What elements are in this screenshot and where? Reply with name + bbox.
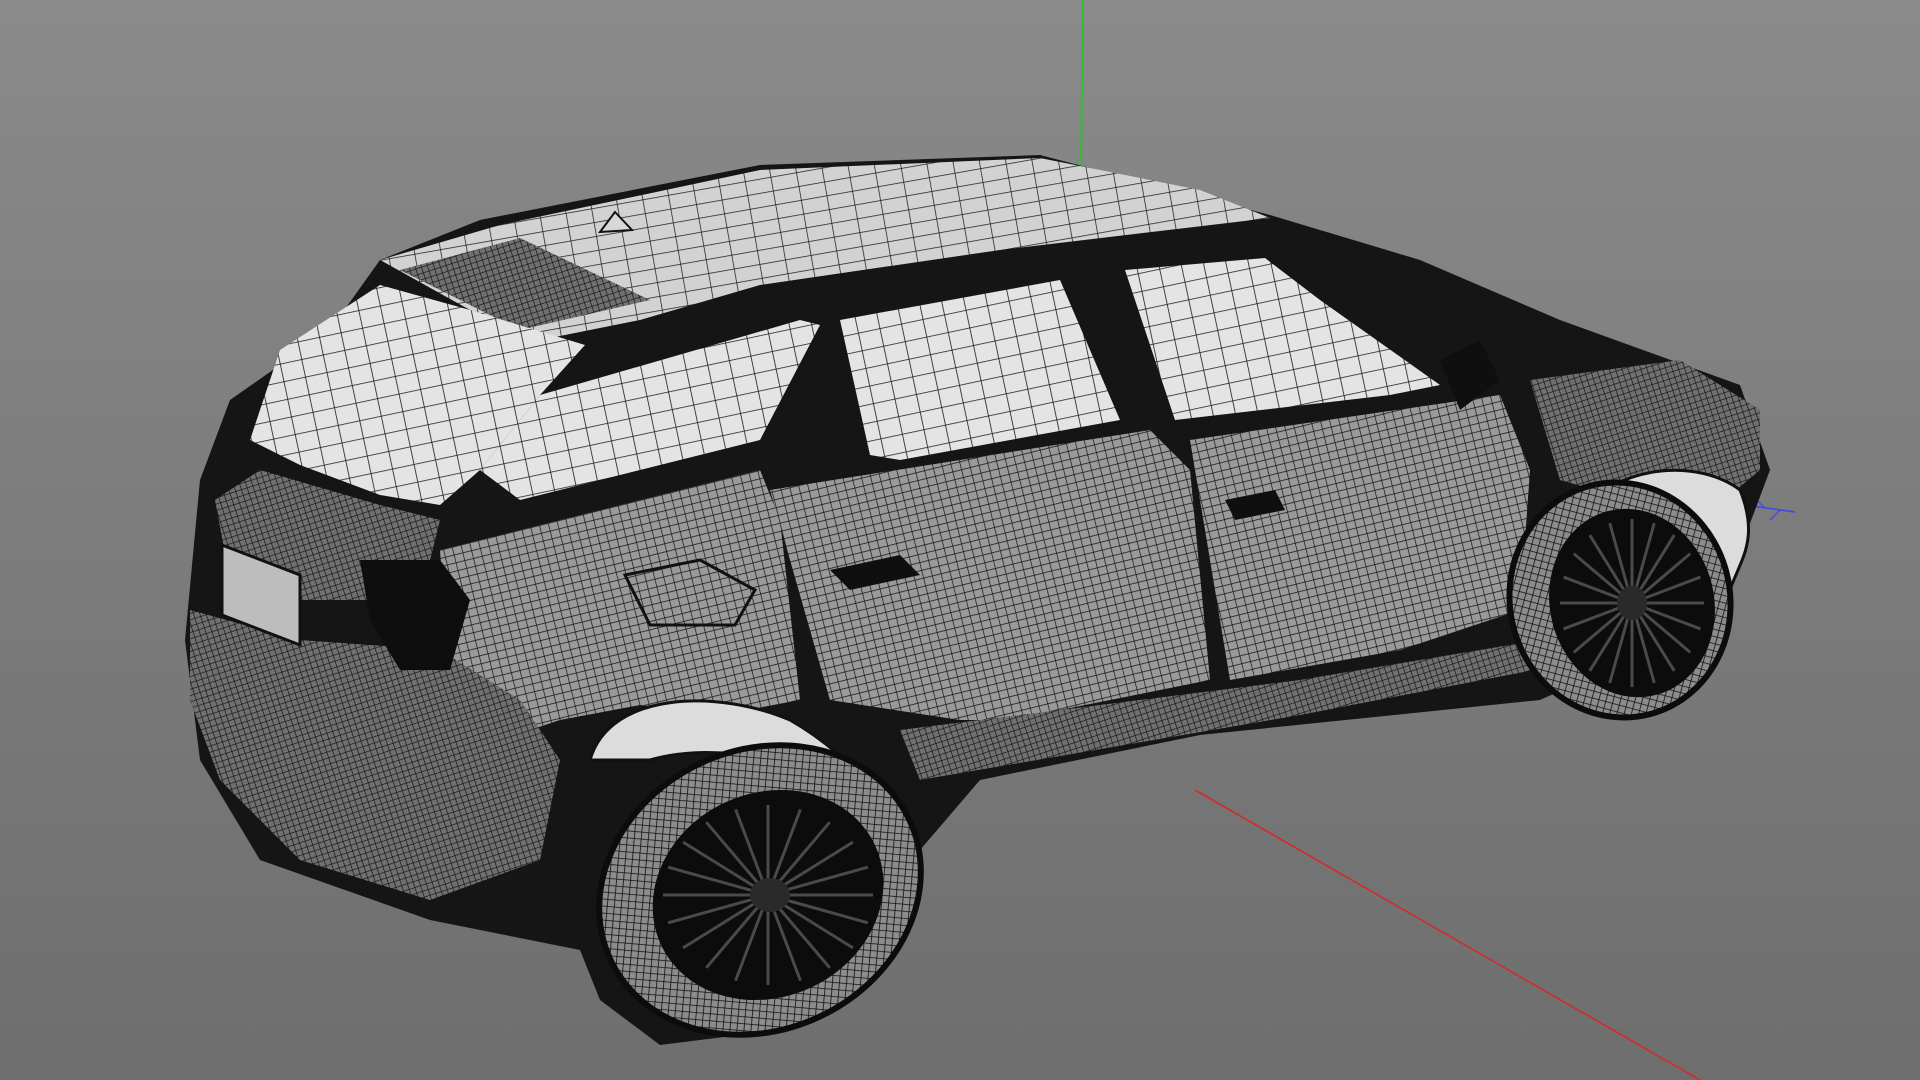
- axis-y-line: [1080, 0, 1084, 166]
- viewport-scene[interactable]: [0, 0, 1920, 1080]
- 3d-viewport[interactable]: [0, 0, 1920, 1080]
- car-model-wireframe[interactable]: [185, 155, 1770, 1080]
- axis-x-line: [1194, 789, 1701, 1080]
